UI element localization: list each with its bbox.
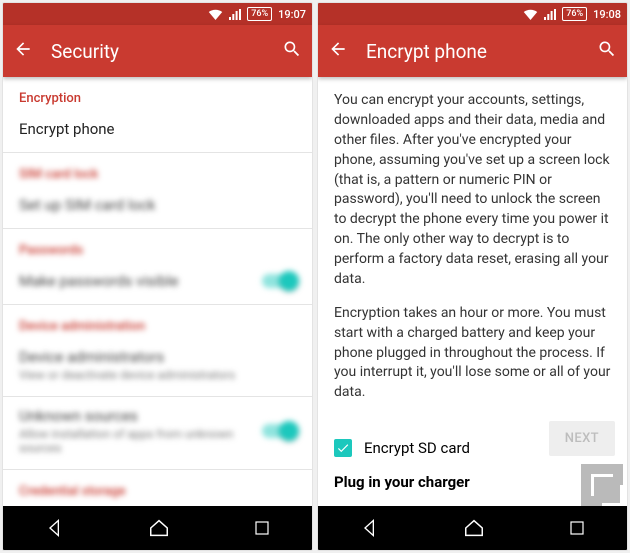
section-passwords: Passwords: [3, 229, 312, 262]
checkbox-icon: [334, 439, 352, 457]
clock: 19:07: [278, 8, 306, 21]
app-bar: Security: [3, 25, 312, 77]
item-device-admins[interactable]: Device administrators View or deactivate…: [3, 338, 312, 396]
nav-back-icon[interactable]: [360, 518, 380, 538]
item-sim-lock[interactable]: Set up SIM card lock: [3, 186, 312, 228]
wifi-icon: [208, 9, 223, 20]
nav-home-icon[interactable]: [148, 517, 170, 539]
battery-level: 76%: [247, 7, 272, 21]
back-icon[interactable]: [328, 39, 348, 64]
encrypt-body: You can encrypt your accounts, settings,…: [318, 77, 627, 506]
section-credential: Credential storage: [3, 470, 312, 503]
nav-back-icon[interactable]: [45, 518, 65, 538]
watermark-icon: [581, 464, 623, 506]
nav-bar: [3, 506, 312, 550]
paragraph-2: Encryption takes an hour or more. You mu…: [334, 304, 611, 403]
paragraph-1: You can encrypt your accounts, settings,…: [334, 91, 611, 290]
search-icon[interactable]: [282, 39, 302, 64]
description: You can encrypt your accounts, settings,…: [318, 77, 627, 431]
item-label: Encrypt phone: [19, 120, 296, 138]
back-icon[interactable]: [13, 39, 33, 64]
item-label: Device administrators View or deactivate…: [19, 348, 296, 382]
item-label: Unknown sources Allow installation of ap…: [19, 407, 262, 455]
checkbox-label: Encrypt SD card: [364, 439, 470, 457]
clock: 19:08: [593, 8, 621, 21]
section-encryption: Encryption: [3, 77, 312, 110]
item-encrypt-phone[interactable]: Encrypt phone: [3, 110, 312, 152]
toggle-switch[interactable]: [262, 424, 296, 438]
next-button[interactable]: NEXT: [549, 421, 615, 456]
nav-recent-icon[interactable]: [253, 519, 271, 537]
wifi-icon: [523, 9, 538, 20]
settings-list: Encryption Encrypt phone SIM card lock S…: [3, 77, 312, 506]
phone-left: 76% 19:07 Security Encryption Encrypt ph…: [3, 3, 312, 550]
item-label: Set up SIM card lock: [19, 196, 296, 214]
status-bar: 76% 19:07: [3, 3, 312, 25]
app-bar: Encrypt phone: [318, 25, 627, 77]
phone-right: 76% 19:08 Encrypt phone You can encrypt …: [318, 3, 627, 550]
nav-recent-icon[interactable]: [568, 519, 586, 537]
signal-icon: [544, 9, 556, 20]
search-icon[interactable]: [597, 39, 617, 64]
section-device-admin: Device administration: [3, 305, 312, 338]
page-title: Encrypt phone: [366, 40, 579, 63]
section-sim: SIM card lock: [3, 153, 312, 186]
item-label: Make passwords visible: [19, 272, 262, 290]
nav-bar: [318, 506, 627, 550]
signal-icon: [229, 9, 241, 20]
battery-level: 76%: [562, 7, 587, 21]
page-title: Security: [51, 40, 264, 63]
status-bar: 76% 19:08: [318, 3, 627, 25]
nav-home-icon[interactable]: [463, 517, 485, 539]
toggle-switch[interactable]: [262, 274, 296, 288]
item-passwords-visible[interactable]: Make passwords visible: [3, 262, 312, 304]
item-unknown-sources[interactable]: Unknown sources Allow installation of ap…: [3, 397, 312, 469]
